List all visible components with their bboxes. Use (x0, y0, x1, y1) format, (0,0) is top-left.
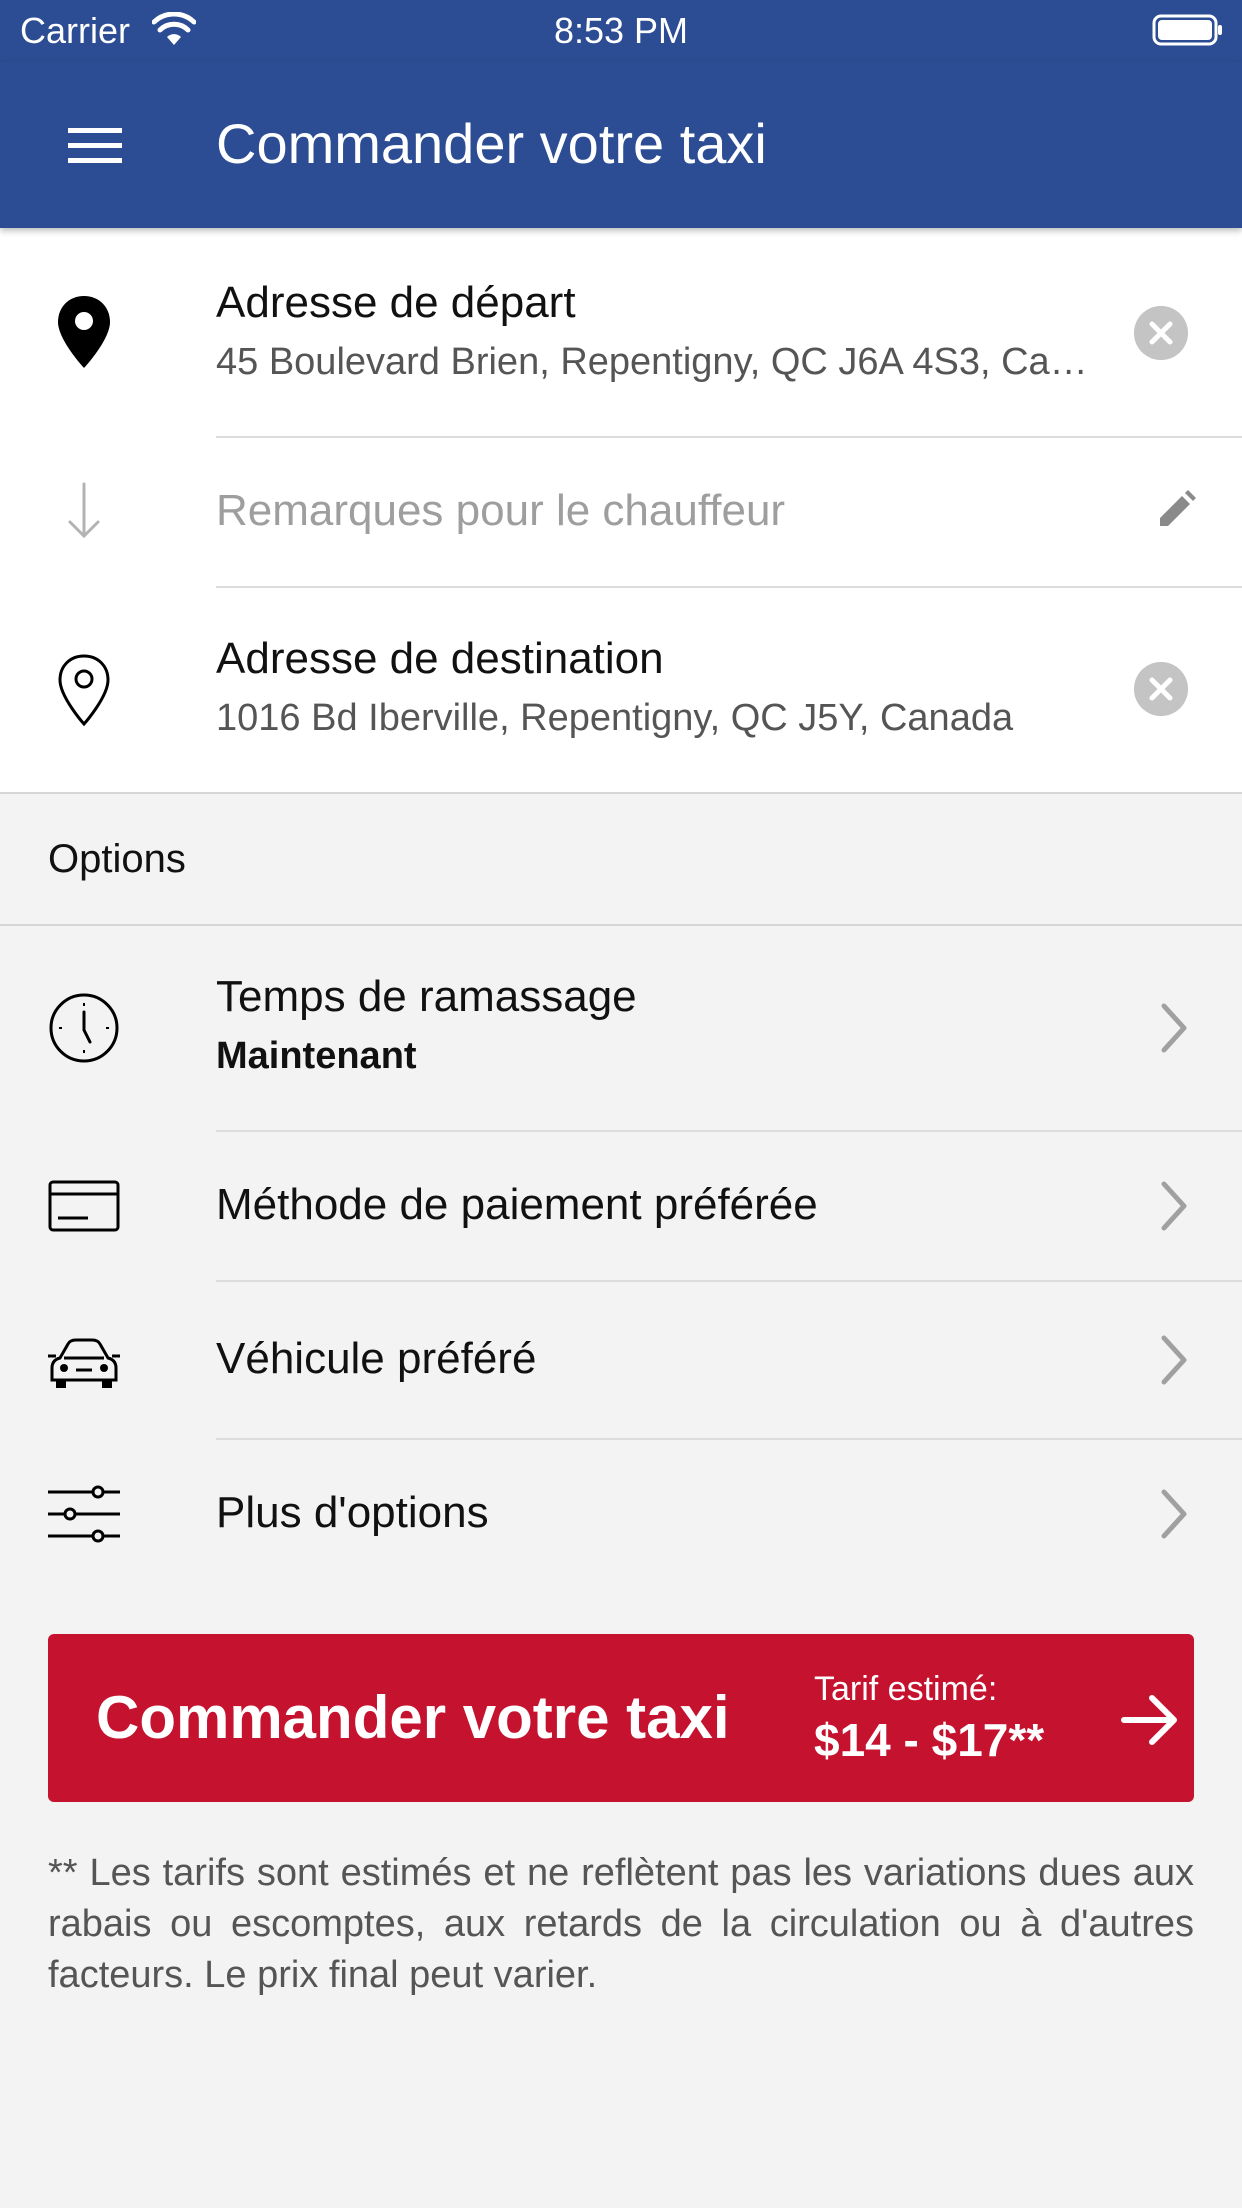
battery-icon (1152, 14, 1222, 46)
clear-pickup-icon[interactable] (1134, 306, 1188, 360)
option-pickup-time-value: Maintenant (216, 1035, 417, 1077)
car-icon (48, 1338, 120, 1388)
credit-card-icon (48, 1180, 120, 1232)
chevron-right-icon (1161, 1335, 1187, 1385)
option-payment-method-label: Méthode de paiement préférée (216, 1180, 818, 1229)
sliders-icon (48, 1485, 120, 1543)
option-more-options-label: Plus d'options (216, 1488, 489, 1537)
arrow-right-icon (1121, 1695, 1177, 1745)
location-pin-filled-icon (58, 296, 110, 368)
destination-title: Adresse de destination (216, 634, 664, 683)
arrow-down-icon (68, 482, 100, 539)
option-pickup-time-label: Temps de ramassage (216, 972, 637, 1021)
option-preferred-vehicle-label: Véhicule préféré (216, 1334, 537, 1383)
order-taxi-label: Commander votre taxi (96, 1684, 730, 1751)
clock-icon (49, 993, 119, 1063)
chevron-right-icon (1161, 1003, 1187, 1053)
pickup-address-row[interactable]: Adresse de départ 45 Boulevard Brien, Re… (0, 228, 1242, 436)
destination-address-value: 1016 Bd Iberville, Repentigny, QC J5Y, C… (216, 697, 1014, 739)
address-card: Adresse de départ 45 Boulevard Brien, Re… (0, 228, 1242, 794)
status-bar: Carrier 8:53 PM (0, 0, 1242, 62)
driver-notes-placeholder[interactable]: Remarques pour le chauffeur (216, 484, 785, 538)
pickup-title: Adresse de départ (216, 278, 576, 327)
app-bar: Commander votre taxi (0, 62, 1242, 228)
clear-destination-icon[interactable] (1134, 662, 1188, 716)
order-taxi-button[interactable]: Commander votre taxi Tarif estimé: $14 -… (48, 1634, 1194, 1802)
fare-disclaimer: ** Les tarifs sont estimés et ne reflète… (48, 1852, 1194, 1996)
chevron-right-icon (1161, 1181, 1187, 1231)
pickup-address-value: 45 Boulevard Brien, Repentigny, QC J6A 4… (216, 341, 1096, 383)
options-header-label: Options (48, 837, 186, 881)
hamburger-menu-icon[interactable] (58, 120, 132, 172)
option-pickup-time[interactable]: Temps de ramassage Maintenant (0, 926, 1242, 1130)
pencil-icon[interactable] (1154, 488, 1198, 532)
chevron-right-icon (1161, 1489, 1187, 1539)
option-payment-method[interactable]: Méthode de paiement préférée (0, 1132, 1242, 1280)
driver-notes-row[interactable]: Remarques pour le chauffeur (0, 438, 1242, 586)
location-pin-outline-icon (58, 654, 110, 727)
options-section-header: Options (0, 794, 1242, 926)
clock-time: 8:53 PM (553, 10, 689, 51)
destination-address-row[interactable]: Adresse de destination 1016 Bd Iberville… (0, 588, 1242, 792)
option-more-options[interactable]: Plus d'options (0, 1440, 1242, 1590)
estimated-fare-value: $14 - $17** (814, 1714, 1045, 1766)
option-preferred-vehicle[interactable]: Véhicule préféré (0, 1282, 1242, 1438)
estimated-fare-label: Tarif estimé: (814, 1670, 998, 1708)
page-title: Commander votre taxi (216, 112, 767, 175)
